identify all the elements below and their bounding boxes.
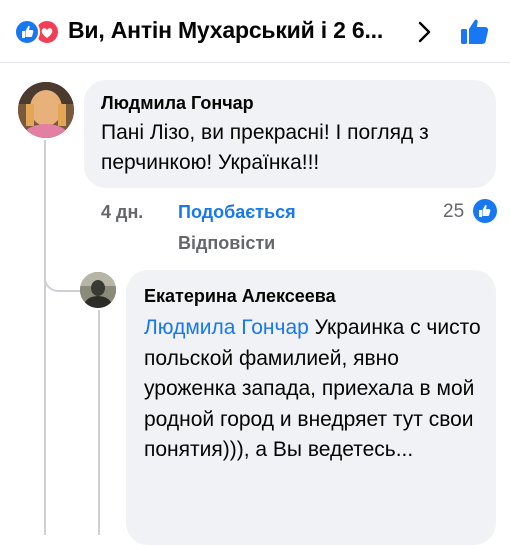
like-icon xyxy=(14,19,40,45)
thread-line xyxy=(44,140,46,535)
comment-text: Людмила Гончар Украинка с чисто польской… xyxy=(144,313,484,466)
like-icon[interactable] xyxy=(472,198,498,224)
thread-connector xyxy=(44,256,80,292)
like-action-button[interactable]: Подобається xyxy=(178,202,296,223)
comment-author[interactable]: Людмила Гончар xyxy=(101,93,254,114)
reaction-count[interactable]: 25 xyxy=(443,201,464,223)
mention-link[interactable]: Людмила Гончар xyxy=(144,316,309,339)
reply-thread-line xyxy=(98,310,100,535)
like-button[interactable] xyxy=(460,18,490,46)
chevron-right-icon[interactable] xyxy=(417,20,433,44)
avatar[interactable] xyxy=(80,272,116,308)
reply-action-button[interactable]: Відповісти xyxy=(178,233,275,254)
avatar[interactable] xyxy=(18,82,74,138)
comment-author[interactable]: Екатерина Алексеева xyxy=(144,286,336,307)
comment-timestamp[interactable]: 4 дн. xyxy=(101,202,143,223)
header-divider xyxy=(0,62,510,63)
post-header: Ви, Антін Мухарський і 2 6... xyxy=(0,0,510,62)
comment-text: Пані Лізо, ви прекрасні! І погляд з перч… xyxy=(101,121,429,174)
reactors-title[interactable]: Ви, Антін Мухарський і 2 6... xyxy=(68,17,383,44)
reaction-summary[interactable] xyxy=(14,19,64,45)
